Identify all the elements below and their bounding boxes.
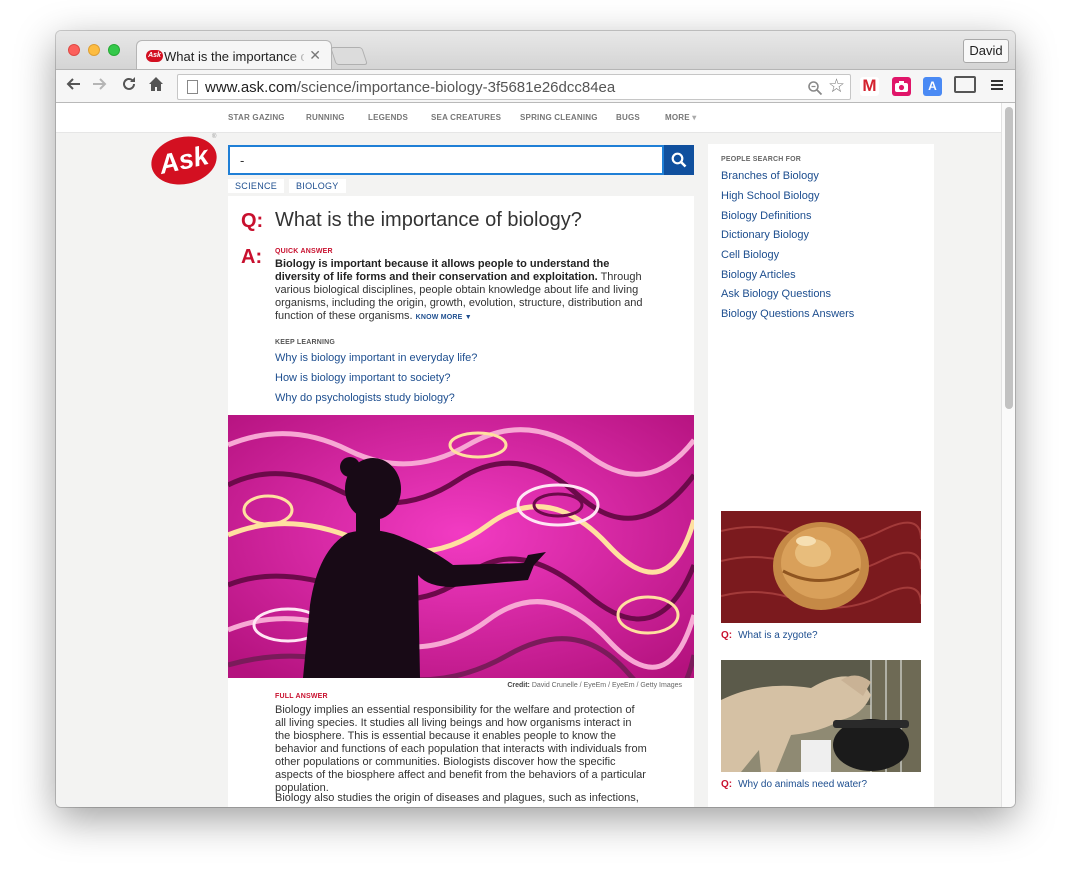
topnav-legends[interactable]: LEGENDS [368, 113, 408, 122]
keep-learning-link[interactable]: Why do psychologists study biology? [275, 392, 455, 404]
related-search-link[interactable]: Biology Definitions [721, 210, 812, 222]
full-answer-paragraph: Biology implies an essential responsibil… [275, 704, 647, 794]
window-minimize-button[interactable] [88, 44, 100, 56]
star-icon[interactable]: ☆ [828, 75, 845, 98]
back-icon[interactable] [65, 74, 81, 98]
translate-icon[interactable]: A [923, 77, 942, 96]
chevron-down-icon: ▾ [692, 113, 697, 122]
tab-title: What is the importance of biology? [164, 49, 304, 64]
scrollbar-thumb[interactable] [1005, 107, 1013, 409]
breadcrumb-biology[interactable]: BIOLOGY [289, 179, 346, 193]
related-search-link[interactable]: Biology Articles [721, 269, 796, 281]
related-search-link[interactable]: Biology Questions Answers [721, 308, 854, 320]
question-mark-label: Q: [241, 210, 264, 232]
gmail-icon[interactable]: M [860, 77, 879, 96]
full-answer-label: FULL ANSWER [275, 693, 328, 700]
keep-learning-link[interactable]: Why is biology important in everyday lif… [275, 352, 477, 364]
window-close-button[interactable] [68, 44, 80, 56]
page-scrollbar[interactable] [1001, 103, 1015, 807]
home-icon[interactable] [148, 74, 164, 98]
search-button[interactable] [664, 145, 694, 175]
ask-logo[interactable]: Ask [146, 130, 222, 191]
reload-icon[interactable] [121, 74, 137, 98]
keep-learning-link[interactable]: How is biology important to society? [275, 372, 450, 384]
answer-mark-label: A: [241, 246, 263, 268]
menu-icon[interactable] [990, 76, 1004, 97]
search-icon [671, 152, 687, 168]
related-search-link[interactable]: Cell Biology [721, 249, 779, 261]
chevron-down-icon: ▼ [464, 314, 472, 321]
related-search-link[interactable]: High School Biology [721, 190, 819, 202]
hero-image [228, 415, 694, 678]
browser-toolbar: www.ask.com/science/importance-biology-3… [56, 69, 1015, 103]
camera-icon[interactable] [892, 77, 911, 96]
topnav-sea-creatures[interactable]: SEA CREATURES [431, 113, 501, 122]
topnav-star-gazing[interactable]: STAR GAZING [228, 113, 285, 122]
search-value: - [240, 153, 245, 168]
right-rail: PEOPLE SEARCH FOR Branches of Biology Hi… [708, 144, 934, 807]
close-icon[interactable]: ✕ [309, 47, 321, 64]
related-question-link[interactable]: Q: Why do animals need water? [721, 779, 867, 790]
cast-icon[interactable] [954, 76, 976, 93]
zygote-thumbnail[interactable] [721, 511, 921, 623]
topnav-spring-cleaning[interactable]: SPRING CLEANING [520, 113, 598, 122]
profile-button[interactable]: David [963, 39, 1009, 63]
tab-strip: Ask What is the importance of biology? ✕… [56, 31, 1015, 69]
know-more-link[interactable]: KNOW MORE ▼ [416, 314, 472, 321]
topnav-bugs[interactable]: BUGS [616, 113, 640, 122]
page-icon [187, 80, 198, 94]
forward-icon[interactable] [92, 74, 108, 98]
tab-active[interactable]: Ask What is the importance of biology? ✕ [136, 40, 332, 69]
new-tab-button[interactable] [330, 47, 368, 65]
animals-water-thumbnail[interactable] [721, 660, 921, 772]
topnav-more[interactable]: MORE ▾ [665, 113, 696, 122]
keep-learning-label: KEEP LEARNING [275, 339, 336, 346]
browser-window: Ask What is the importance of biology? ✕… [56, 31, 1015, 807]
search-icon[interactable] [807, 76, 823, 101]
window-zoom-button[interactable] [108, 44, 120, 56]
url-text[interactable]: www.ask.com/science/importance-biology-3… [205, 79, 615, 96]
related-search-link[interactable]: Dictionary Biology [721, 229, 809, 241]
related-question-link[interactable]: Q: What is a zygote? [721, 630, 818, 641]
page-title: What is the importance of biology? [275, 209, 582, 231]
search-input[interactable]: - [228, 145, 664, 175]
related-search-link[interactable]: Ask Biology Questions [721, 288, 831, 300]
address-bar[interactable]: www.ask.com/science/importance-biology-3… [177, 74, 851, 100]
quick-answer-text: Biology is important because it allows p… [275, 258, 643, 322]
quick-answer-label: QUICK ANSWER [275, 248, 333, 255]
page-viewport: STAR GAZING RUNNING LEGENDS SEA CREATURE… [56, 103, 1001, 807]
full-answer-paragraph: Biology also studies the origin of disea… [275, 792, 639, 804]
breadcrumb-science[interactable]: SCIENCE [228, 179, 285, 193]
image-credit: Credit: David Crunelle / EyeEm / EyeEm /… [507, 682, 682, 689]
topic-nav: STAR GAZING RUNNING LEGENDS SEA CREATURE… [56, 103, 1001, 133]
answer-card: Q: What is the importance of biology? A:… [228, 196, 694, 807]
people-search-label: PEOPLE SEARCH FOR [721, 156, 802, 163]
topnav-running[interactable]: RUNNING [306, 113, 345, 122]
related-search-link[interactable]: Branches of Biology [721, 170, 819, 182]
ask-favicon-icon: Ask [146, 50, 163, 62]
